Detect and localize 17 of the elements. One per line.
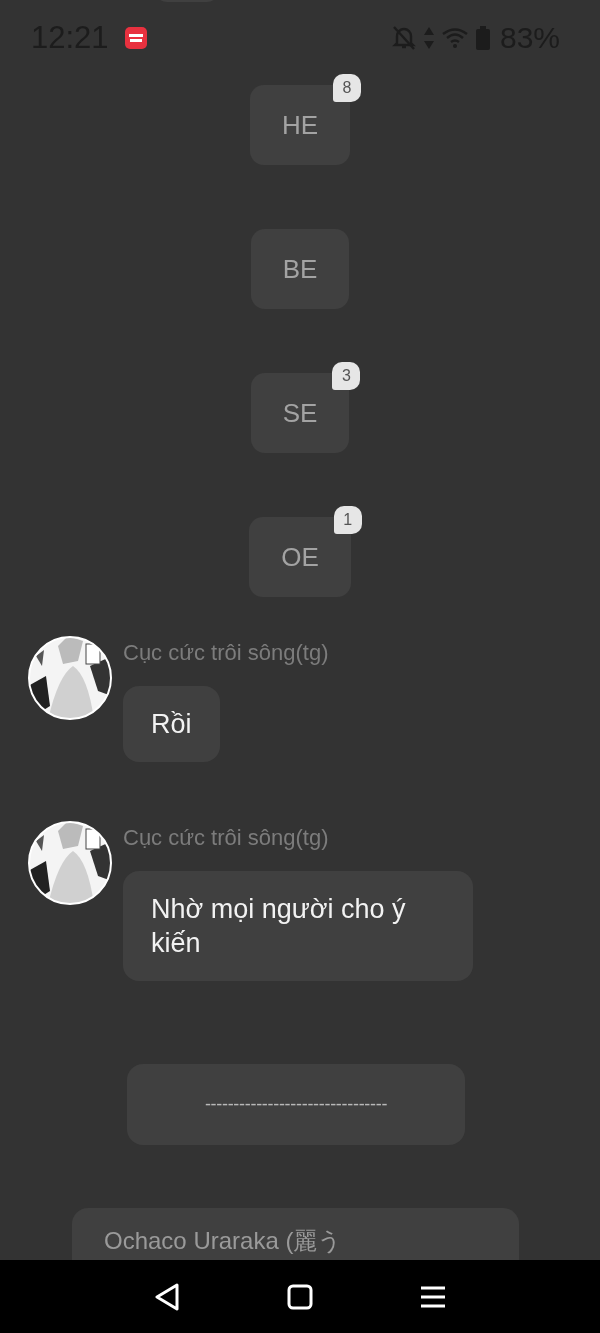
- menu-icon[interactable]: [420, 1284, 447, 1309]
- message-bubble: --------------------------------: [127, 1064, 465, 1145]
- count-badge: 3: [332, 362, 361, 390]
- message-bubble: Nhờ mọi người cho ý kiến: [123, 871, 473, 981]
- bell-off-icon: [391, 25, 416, 51]
- sender-name: Cục cức trôi sông(tg): [123, 826, 329, 850]
- home-icon[interactable]: [287, 1283, 313, 1310]
- back-icon[interactable]: [153, 1282, 180, 1311]
- data-arrows-icon: [423, 27, 434, 49]
- count-badge: 1: [333, 506, 362, 534]
- message-bubble: Rồi: [123, 686, 220, 762]
- app-icon: [124, 27, 147, 49]
- message-bubble: Ochaco Uraraka (麗う: [72, 1208, 519, 1260]
- system-message: BE: [250, 229, 350, 309]
- sender-name: Cục cức trôi sông(tg): [123, 641, 329, 665]
- wifi-icon: [441, 28, 468, 48]
- count-badge: 8: [333, 74, 362, 102]
